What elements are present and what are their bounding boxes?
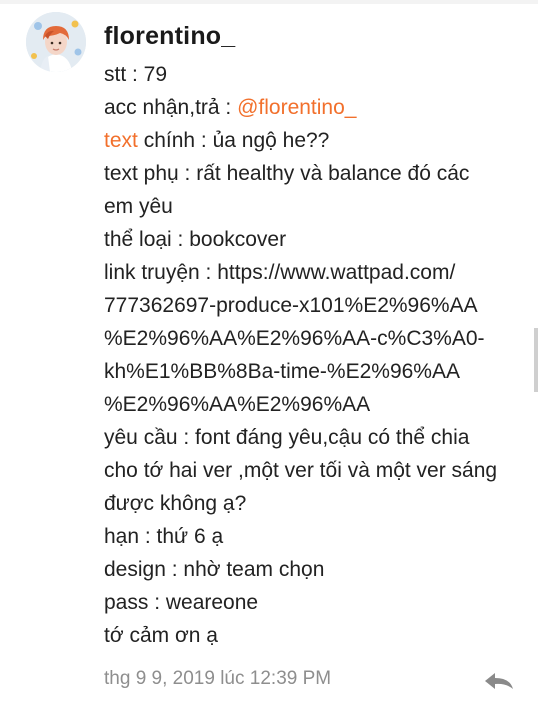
comment-line: text phụ : rất healthy và balance đó các xyxy=(104,162,470,185)
user-avatar[interactable] xyxy=(26,12,86,72)
comment-line: design : nhờ team chọn xyxy=(104,558,325,581)
comment-line: kh%E1%BB%8Ba-time-%E2%96%AA xyxy=(104,360,460,383)
avatar-image xyxy=(26,12,86,72)
comment-line: yêu cầu : font đáng yêu,cậu có thể chia xyxy=(104,426,470,449)
reply-arrow-icon xyxy=(485,673,513,689)
comment-line: cho tớ hai ver ,một ver tối và một ver s… xyxy=(104,459,498,482)
highlighted-word: text xyxy=(104,129,138,152)
comment-line: stt : 79 xyxy=(104,63,168,86)
comment-line: %E2%96%AA%E2%96%AA xyxy=(104,393,371,416)
comment-line: %E2%96%AA%E2%96%AA-c%C3%A0- xyxy=(104,327,485,350)
comment-line: tớ cảm ơn ạ xyxy=(104,624,218,647)
scrollbar-thumb[interactable] xyxy=(534,328,538,392)
comment-body: stt : 79 acc nhận,trả : @florentino_ tex… xyxy=(104,58,524,652)
comment-timestamp: thg 9 9, 2019 lúc 12:39 PM xyxy=(104,668,332,689)
comment-meta: thg 9 9, 2019 lúc 12:39 PM xyxy=(104,666,524,696)
comment-line: text chính : ủa ngộ he?? xyxy=(104,129,330,152)
comment-line: pass : weareone xyxy=(104,591,259,614)
comment-line: 777362697-produce-x101%E2%96%AA xyxy=(104,294,478,317)
comment-line: em yêu xyxy=(104,195,173,218)
comment-line: thể loại : bookcover xyxy=(104,228,287,251)
reply-button[interactable] xyxy=(482,670,516,692)
top-divider xyxy=(0,0,538,4)
comment-line: acc nhận,trả : @florentino_ xyxy=(104,96,357,119)
comment-line: hạn : thứ 6 ạ xyxy=(104,525,224,548)
mention-link[interactable]: @florentino_ xyxy=(237,96,356,119)
comment-username[interactable]: florentino_ xyxy=(104,22,235,51)
comment-line: link truyện : https://www.wattpad.com/ xyxy=(104,261,456,284)
comment-line: được không ạ? xyxy=(104,492,247,515)
